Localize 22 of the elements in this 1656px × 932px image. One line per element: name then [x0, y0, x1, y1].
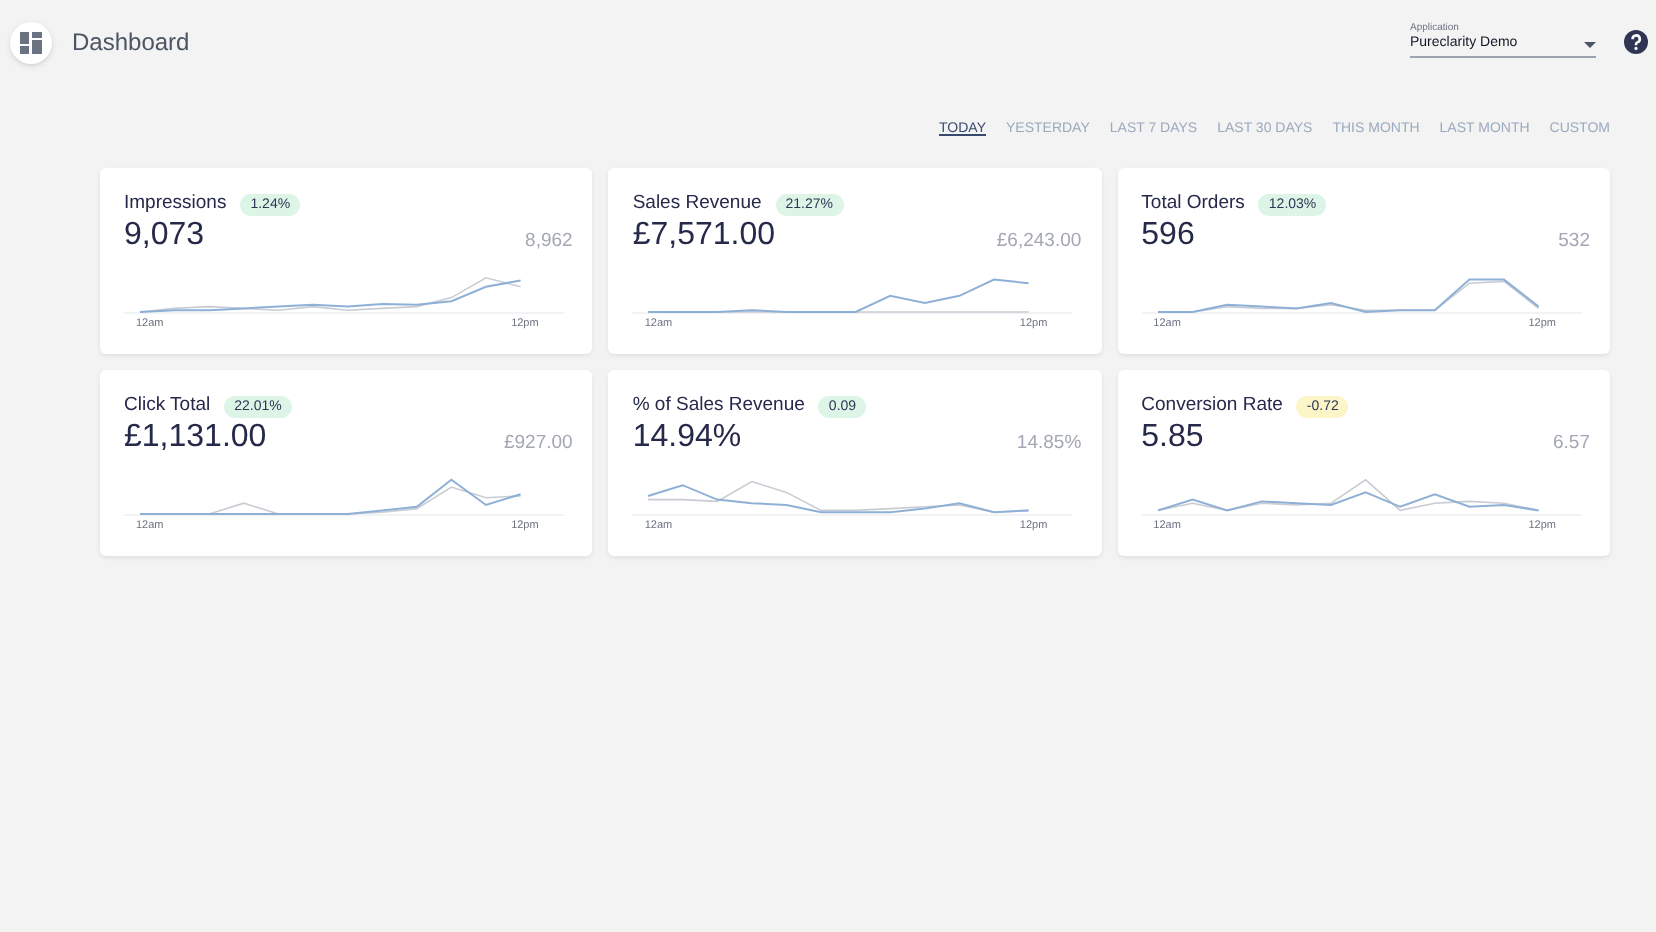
previous-value: 14.85%	[1016, 432, 1082, 456]
previous-value: £6,243.00	[996, 230, 1082, 254]
previous-value: 532	[1558, 230, 1590, 254]
card-title: Conversion Rate	[1141, 392, 1283, 421]
help-icon[interactable]	[1624, 30, 1648, 54]
metric-value: 14.94%	[632, 420, 742, 456]
card-title: Impressions	[124, 190, 227, 219]
metric-value: 596	[1141, 218, 1195, 254]
card-title: Total Orders	[1141, 190, 1245, 219]
metric-value: £7,571.00	[632, 218, 776, 254]
card-title: Sales Revenue	[632, 190, 762, 219]
card-title: % of Sales Revenue	[632, 392, 805, 421]
caret-icon	[1584, 41, 1596, 47]
metric-value: 5.85	[1141, 420, 1204, 456]
dashboard-icon[interactable]	[10, 21, 52, 63]
metric-value: £1,131.00	[124, 420, 267, 456]
previous-value: 6.57	[1552, 432, 1590, 456]
metric-value: 9,073	[124, 218, 205, 254]
previous-value: £927.00	[503, 432, 573, 456]
page-title: Dashboard	[72, 26, 190, 60]
card-title: Click Total	[124, 392, 211, 421]
previous-value: 8,962	[525, 230, 573, 254]
